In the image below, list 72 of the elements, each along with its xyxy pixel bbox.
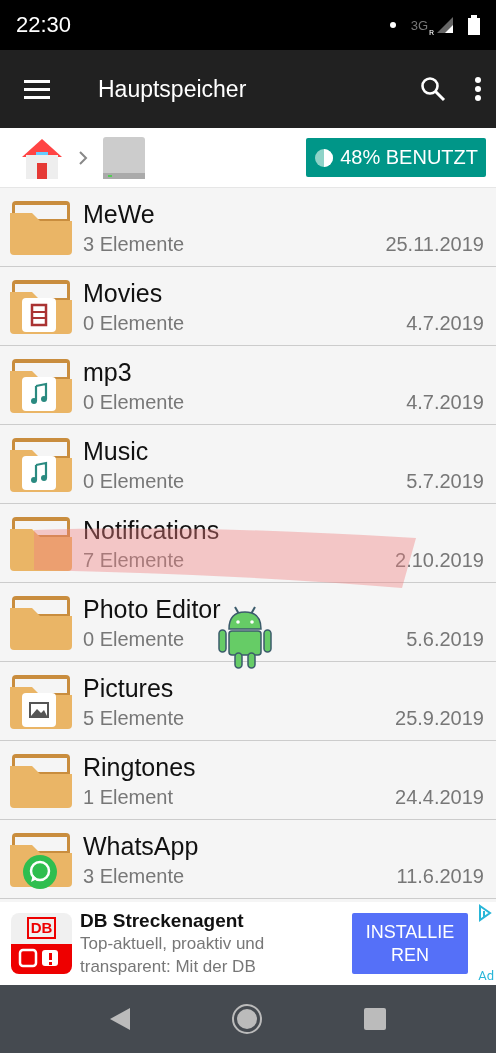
folder-row[interactable]: mp3 0 Elemente 4.7.2019 bbox=[0, 346, 496, 425]
modified-date: 2.10.2019 bbox=[395, 548, 484, 572]
folder-row[interactable]: Ringtones 1 Element 24.4.2019 bbox=[0, 741, 496, 820]
back-icon bbox=[110, 1008, 131, 1030]
folder-icon bbox=[10, 594, 72, 650]
drive-icon bbox=[102, 136, 146, 179]
battery-icon bbox=[468, 15, 480, 35]
item-count: 0 Elemente bbox=[83, 390, 185, 414]
modified-date: 25.11.2019 bbox=[385, 232, 484, 256]
folder-icon bbox=[10, 515, 72, 571]
ad-choices-icon bbox=[478, 904, 492, 922]
folder-name: Music bbox=[83, 435, 150, 466]
modified-date: 24.4.2019 bbox=[395, 785, 484, 809]
item-count: 0 Elemente bbox=[83, 469, 185, 493]
image-badge-icon bbox=[22, 693, 56, 727]
folder-row[interactable]: MeWe 3 Elemente 25.11.2019 bbox=[0, 188, 496, 267]
more-icon bbox=[474, 76, 482, 102]
folder-name: Pictures bbox=[83, 672, 175, 703]
clock: 22:30 bbox=[16, 12, 72, 38]
folder-name: Notifications bbox=[83, 514, 221, 545]
folder-name: Photo Editor bbox=[83, 593, 222, 624]
item-count: 5 Elemente bbox=[83, 706, 185, 730]
recents-icon bbox=[363, 1008, 386, 1030]
house-icon bbox=[20, 136, 64, 179]
install-button[interactable]: INSTALLIE REN bbox=[352, 913, 468, 974]
ad-title: DB Streckenagent bbox=[80, 909, 245, 932]
menu-icon bbox=[24, 79, 50, 99]
folder-row[interactable]: Music 0 Elemente 5.7.2019 bbox=[0, 425, 496, 504]
back-button[interactable] bbox=[110, 1008, 131, 1030]
music-note-icon bbox=[22, 456, 56, 490]
folder-icon bbox=[10, 752, 72, 808]
chevron-icon bbox=[78, 149, 88, 166]
ad-description: Top-aktuell, proaktiv und transparent: Mit der DB bbox=[80, 932, 266, 978]
usage-button[interactable]: 48% BENUTZT bbox=[306, 138, 486, 177]
search-icon bbox=[420, 76, 446, 102]
modified-date: 5.7.2019 bbox=[406, 469, 484, 493]
modified-date: 11.6.2019 bbox=[396, 864, 484, 888]
modified-date: 4.7.2019 bbox=[406, 311, 484, 335]
half-circle-icon bbox=[314, 147, 335, 168]
item-count: 7 Elemente bbox=[83, 548, 185, 572]
chat-bubble-icon bbox=[23, 855, 57, 889]
folder-icon bbox=[10, 199, 72, 255]
modified-date: 5.6.2019 bbox=[406, 627, 484, 651]
music-note-icon bbox=[22, 377, 56, 411]
item-count: 3 Elemente bbox=[83, 232, 185, 256]
item-count: 1 Element bbox=[83, 785, 174, 809]
notification-dot-icon bbox=[389, 22, 396, 28]
item-count: 0 Elemente bbox=[83, 311, 185, 335]
folder-row[interactable]: Pictures 5 Elemente 25.9.2019 bbox=[0, 662, 496, 741]
modified-date: 25.9.2019 bbox=[395, 706, 484, 730]
item-count: 3 Elemente bbox=[83, 864, 185, 888]
film-badge-icon bbox=[22, 298, 56, 332]
modified-date: 4.7.2019 bbox=[406, 390, 484, 414]
folder-name: WhatsApp bbox=[83, 830, 200, 861]
folder-row[interactable]: WhatsApp 3 Elemente 11.6.2019 bbox=[0, 820, 496, 899]
logo-text: DB bbox=[26, 917, 57, 939]
ad-label: Ad bbox=[478, 968, 494, 983]
home-crumb[interactable] bbox=[20, 136, 64, 179]
folder-row[interactable]: Movies 0 Elemente 4.7.2019 bbox=[0, 267, 496, 346]
item-count: 0 Elemente bbox=[83, 627, 185, 651]
home-button[interactable] bbox=[231, 1003, 263, 1035]
folder-name: MeWe bbox=[83, 198, 156, 229]
home-circle-icon bbox=[231, 1003, 263, 1035]
folder-row[interactable]: Notifications 7 Elemente 2.10.2019 bbox=[0, 504, 496, 583]
screen-title: Hauptspeicher bbox=[98, 75, 248, 103]
folder-name: Ringtones bbox=[83, 751, 197, 782]
folder-name: Movies bbox=[83, 277, 164, 308]
recents-button[interactable] bbox=[363, 1008, 386, 1030]
folder-name: mp3 bbox=[83, 356, 133, 387]
signal-icon bbox=[437, 17, 453, 33]
network-type: 3G bbox=[410, 17, 429, 33]
roaming-indicator: R bbox=[429, 27, 434, 37]
